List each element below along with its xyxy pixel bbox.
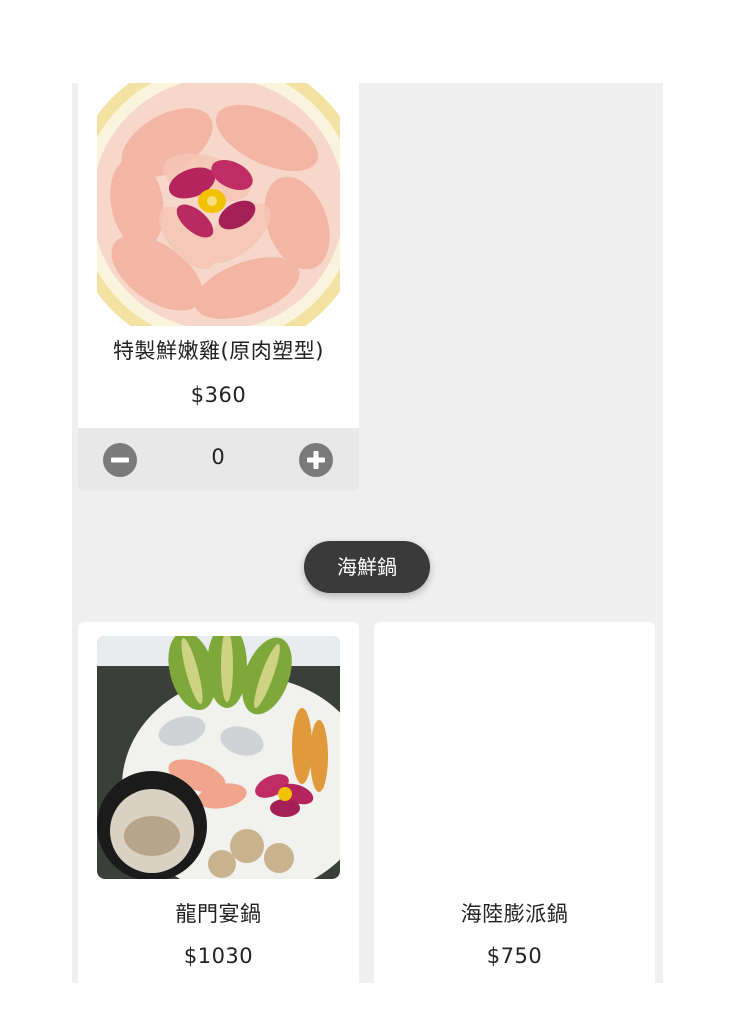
menu-panel: 特製鮮嫩雞(原肉塑型) $360 0 海鮮鍋 龍門宴鍋 $1030 海陸膨派鍋 … [72,83,663,983]
product-card[interactable]: 特製鮮嫩雞(原肉塑型) $360 0 [78,83,359,491]
product-photo [97,83,340,326]
product-name: 特製鮮嫩雞(原肉塑型) [113,339,324,363]
product-photo [97,636,340,879]
product-price: $360 [190,383,247,407]
product-price: $750 [486,944,543,968]
product-name: 海陸膨派鍋 [460,902,569,926]
product-card[interactable]: 龍門宴鍋 $1030 [78,622,359,983]
minus-circle-icon[interactable] [103,443,137,477]
plus-circle-icon[interactable] [299,443,333,477]
quantity-stepper: 0 [78,428,359,491]
category-label[interactable]: 海鮮鍋 [304,541,430,593]
product-name: 龍門宴鍋 [175,902,262,926]
quantity-value: 0 [211,445,225,469]
product-price: $1030 [183,944,254,968]
product-card[interactable]: 海陸膨派鍋 $750 [374,622,655,983]
